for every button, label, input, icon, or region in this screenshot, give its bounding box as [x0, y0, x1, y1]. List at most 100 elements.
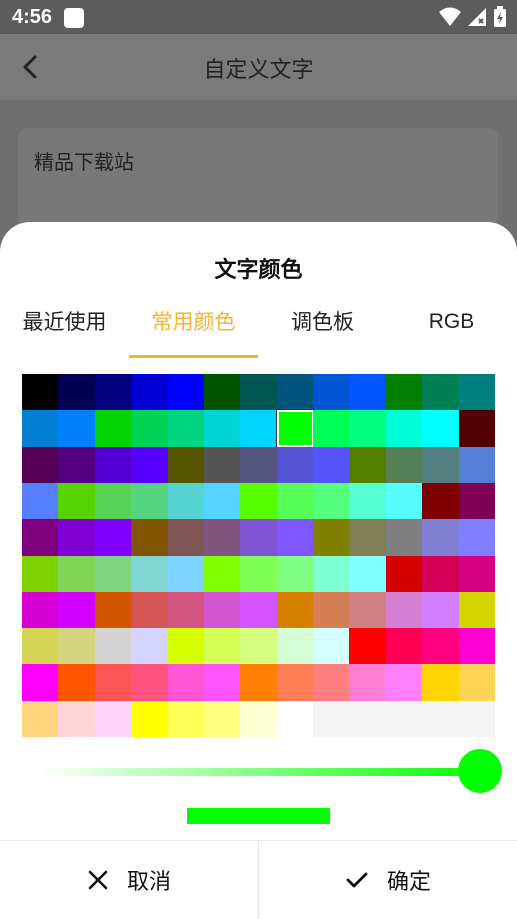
color-swatch[interactable] — [422, 700, 460, 738]
color-swatch[interactable] — [22, 664, 59, 702]
color-swatch[interactable] — [385, 591, 423, 629]
color-swatch[interactable] — [167, 374, 205, 411]
color-swatch[interactable] — [313, 664, 350, 702]
color-swatch[interactable] — [167, 664, 205, 702]
color-swatch[interactable] — [94, 700, 132, 738]
color-swatch[interactable] — [203, 410, 241, 448]
color-swatch[interactable] — [313, 591, 350, 629]
color-swatch[interactable] — [131, 482, 169, 520]
color-swatch[interactable] — [313, 555, 350, 593]
color-swatch[interactable] — [203, 664, 241, 702]
color-swatch[interactable] — [167, 519, 205, 556]
color-swatch[interactable] — [58, 700, 96, 738]
color-swatch[interactable] — [349, 591, 387, 629]
color-swatch[interactable] — [131, 664, 169, 702]
color-swatch[interactable] — [131, 446, 169, 484]
color-swatch[interactable] — [422, 374, 460, 411]
slider-track[interactable] — [38, 768, 488, 776]
color-swatch[interactable] — [240, 664, 278, 702]
color-swatch[interactable] — [276, 664, 314, 702]
color-swatch[interactable] — [422, 555, 460, 593]
tab-palette[interactable]: 调色板 — [258, 304, 387, 356]
color-swatch[interactable] — [385, 374, 423, 411]
color-swatch[interactable] — [94, 591, 132, 629]
color-swatch[interactable] — [240, 374, 278, 411]
color-swatch[interactable] — [131, 519, 169, 556]
color-swatch[interactable] — [385, 410, 423, 448]
color-swatch[interactable] — [203, 482, 241, 520]
color-swatch[interactable] — [131, 628, 169, 665]
color-swatch[interactable] — [203, 700, 241, 738]
color-swatch[interactable] — [94, 555, 132, 593]
color-swatch[interactable] — [94, 628, 132, 665]
color-swatch[interactable] — [276, 700, 314, 738]
color-swatch[interactable] — [167, 700, 205, 738]
cancel-button[interactable]: 取消 — [0, 841, 258, 919]
color-swatch[interactable] — [203, 519, 241, 556]
color-swatch[interactable] — [313, 628, 350, 665]
color-swatch[interactable] — [385, 482, 423, 520]
color-swatch[interactable] — [22, 482, 59, 520]
color-swatch[interactable] — [385, 700, 423, 738]
color-swatch[interactable] — [313, 410, 350, 448]
color-swatch[interactable] — [313, 374, 350, 411]
color-swatch[interactable] — [58, 519, 96, 556]
color-swatch[interactable] — [240, 700, 278, 738]
color-swatch[interactable] — [240, 628, 278, 665]
color-swatch[interactable] — [94, 482, 132, 520]
color-swatch[interactable] — [131, 374, 169, 411]
color-swatch[interactable] — [58, 374, 96, 411]
color-swatch[interactable] — [240, 591, 278, 629]
color-swatch[interactable] — [203, 591, 241, 629]
color-swatch[interactable] — [422, 446, 460, 484]
color-swatch[interactable] — [422, 410, 460, 448]
color-swatch[interactable] — [422, 664, 460, 702]
color-swatch[interactable] — [167, 446, 205, 484]
color-swatch[interactable] — [276, 591, 314, 629]
color-swatch[interactable] — [349, 700, 387, 738]
color-swatch[interactable] — [385, 664, 423, 702]
color-swatch[interactable] — [240, 482, 278, 520]
color-swatch[interactable] — [458, 519, 496, 556]
color-swatch[interactable] — [313, 482, 350, 520]
color-swatch[interactable] — [422, 482, 460, 520]
color-swatch[interactable] — [276, 555, 314, 593]
color-swatch[interactable] — [458, 374, 496, 411]
color-swatch[interactable] — [422, 628, 460, 665]
color-swatch[interactable] — [275, 409, 315, 449]
color-swatch[interactable] — [22, 555, 59, 593]
color-swatch[interactable] — [94, 374, 132, 411]
color-swatch[interactable] — [313, 519, 350, 556]
color-swatch[interactable] — [167, 591, 205, 629]
color-swatch[interactable] — [240, 555, 278, 593]
color-swatch[interactable] — [385, 555, 423, 593]
color-swatch[interactable] — [203, 555, 241, 593]
confirm-button[interactable]: 确定 — [259, 841, 517, 919]
color-swatch[interactable] — [94, 446, 132, 484]
color-swatch[interactable] — [94, 519, 132, 556]
color-swatch[interactable] — [385, 446, 423, 484]
color-swatch[interactable] — [58, 591, 96, 629]
color-swatch[interactable] — [349, 446, 387, 484]
color-swatch[interactable] — [240, 410, 278, 448]
color-swatch[interactable] — [422, 591, 460, 629]
color-swatch[interactable] — [240, 519, 278, 556]
color-swatch[interactable] — [276, 628, 314, 665]
color-swatch[interactable] — [203, 446, 241, 484]
color-swatch[interactable] — [349, 374, 387, 411]
color-swatch[interactable] — [313, 446, 350, 484]
color-swatch[interactable] — [58, 628, 96, 665]
color-swatch[interactable] — [349, 482, 387, 520]
color-swatch[interactable] — [349, 555, 387, 593]
color-swatch[interactable] — [203, 628, 241, 665]
color-swatch[interactable] — [349, 664, 387, 702]
color-swatch[interactable] — [349, 628, 387, 665]
color-swatch[interactable] — [131, 410, 169, 448]
color-swatch[interactable] — [94, 664, 132, 702]
color-swatch[interactable] — [276, 374, 314, 411]
color-swatch[interactable] — [458, 700, 496, 738]
color-swatch[interactable] — [276, 519, 314, 556]
color-swatch[interactable] — [385, 628, 423, 665]
color-swatch[interactable] — [22, 446, 59, 484]
color-swatch[interactable] — [276, 482, 314, 520]
